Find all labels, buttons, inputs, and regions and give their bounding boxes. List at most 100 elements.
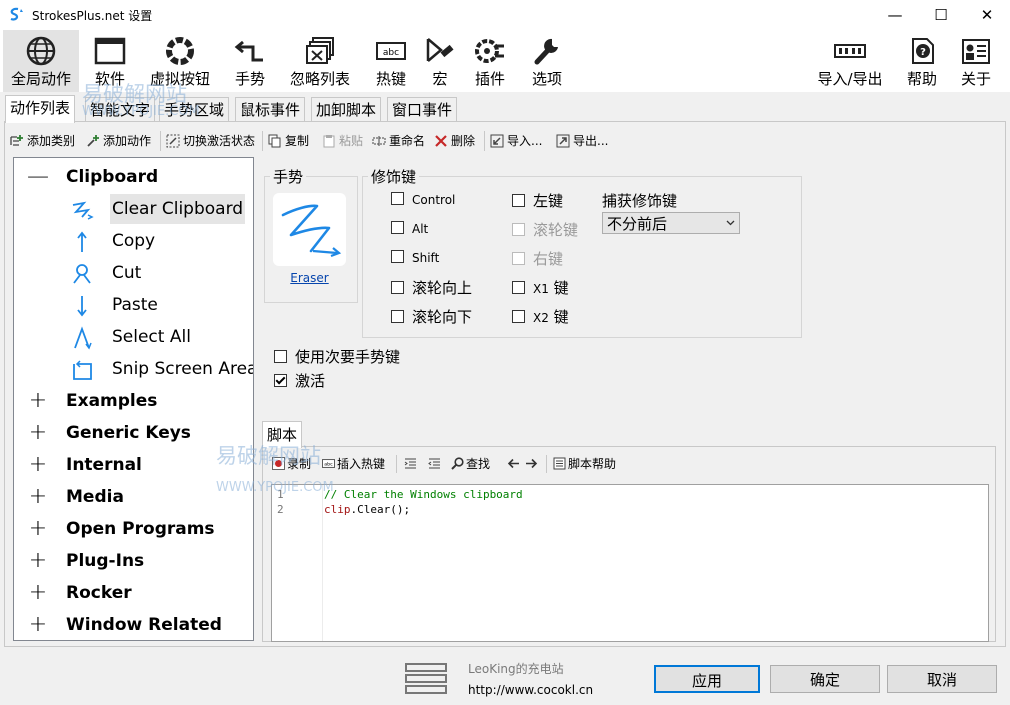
delete-button[interactable]: 删除	[434, 131, 475, 151]
redo-button[interactable]	[525, 455, 540, 473]
close-button[interactable]: ✕	[964, 0, 1010, 30]
expand-toggle[interactable]: +	[26, 546, 50, 576]
maximize-button[interactable]: ☐	[918, 0, 964, 30]
copy-icon	[268, 134, 281, 148]
toolbar-macro-button[interactable]: 宏	[422, 30, 458, 92]
undo-button[interactable]	[507, 455, 522, 473]
keyboard-icon: abc	[376, 42, 406, 60]
import-icon	[490, 134, 504, 148]
x1-button-checkbox[interactable]: X1 键	[512, 277, 569, 298]
toolbar-plugins-button[interactable]: 插件	[470, 30, 510, 92]
script-help-button[interactable]: 脚本帮助	[553, 455, 616, 473]
toolbar-separator	[262, 131, 263, 151]
x2-button-checkbox[interactable]: X2 键	[512, 306, 569, 327]
tab-mouse-events[interactable]: 鼠标事件	[235, 97, 306, 122]
toolbar-separator	[160, 131, 161, 151]
expand-toggle[interactable]: +	[26, 418, 50, 448]
toolbar-global-actions-button[interactable]: 全局动作	[3, 30, 79, 92]
add-category-button[interactable]: 添加类别	[10, 131, 75, 151]
apply-button[interactable]: 应用	[654, 665, 760, 693]
down-arrow-gesture-icon	[77, 296, 87, 317]
tab-window-events[interactable]: 窗口事件	[387, 97, 458, 122]
watermark-text: LeoKing的充电站	[468, 662, 564, 676]
control-checkbox[interactable]: Control	[391, 192, 455, 207]
add-category-icon	[10, 135, 23, 146]
toolbar-gestures-button[interactable]: 手势	[228, 30, 272, 92]
toolbar-options-button[interactable]: 选项	[526, 30, 568, 92]
about-icon	[962, 39, 990, 64]
action-tree[interactable]: — Clipboard Clear Clipboard Copy Cut Pas…	[13, 157, 254, 641]
minimize-button[interactable]: —	[872, 0, 918, 30]
import-button[interactable]: 导入...	[490, 131, 542, 151]
ok-button[interactable]: 确定	[770, 665, 880, 693]
gesture-preview[interactable]	[273, 193, 346, 266]
tab-action-list[interactable]: 动作列表	[5, 95, 76, 123]
forward-arrow-icon	[526, 458, 538, 469]
watermark-url: http://www.cocokl.cn	[468, 683, 594, 697]
eraser-gesture-icon	[72, 201, 94, 220]
ring-icon	[166, 37, 194, 65]
tab-load-unload-scripts[interactable]: 加卸脚本	[311, 97, 382, 122]
rename-button[interactable]: 重命名	[372, 131, 425, 151]
right-button-checkbox[interactable]: 右键	[512, 248, 563, 269]
wheel-up-checkbox[interactable]: 滚轮向上	[391, 277, 472, 298]
find-button[interactable]: 查找	[451, 455, 490, 473]
toolbar-help-button[interactable]: ? 帮助	[902, 30, 942, 92]
export-icon	[556, 134, 570, 148]
indent-button[interactable]	[404, 455, 419, 473]
toolbar-hotkeys-button[interactable]: abc 热键	[370, 30, 412, 92]
code-line: clip.Clear();	[324, 503, 411, 516]
toolbar-label: 插件	[474, 70, 505, 88]
app-logo-icon	[10, 7, 23, 21]
expand-toggle[interactable]: +	[26, 450, 50, 480]
window-icon	[94, 37, 126, 65]
toolbar-separator	[484, 131, 485, 151]
capture-modifiers-label: 捕获修饰键	[602, 192, 678, 210]
expand-toggle[interactable]: +	[26, 482, 50, 512]
secondary-gesture-button-checkbox[interactable]: 使用次要手势键	[274, 346, 400, 367]
collapse-toggle[interactable]: —	[26, 162, 50, 192]
toolbar-separator	[546, 455, 547, 473]
script-editor[interactable]: 1 2 // Clear the Windows clipboard clip.…	[271, 484, 989, 642]
outdent-button[interactable]	[428, 455, 443, 473]
alt-checkbox[interactable]: Alt	[391, 221, 428, 236]
toolbar-label: 选项	[531, 70, 562, 88]
wheel-button-checkbox[interactable]: 滚轮键	[512, 219, 578, 240]
toolbar-ignore-list-button[interactable]: 忽略列表	[284, 30, 356, 92]
add-action-button[interactable]: 添加动作	[86, 131, 151, 151]
copy-button[interactable]: 复制	[268, 131, 309, 151]
left-button-checkbox[interactable]: 左键	[512, 190, 563, 211]
expand-toggle[interactable]: +	[26, 514, 50, 544]
toolbar-label: 手势	[234, 70, 265, 88]
export-button[interactable]: 导出...	[556, 131, 608, 151]
ignore-windows-icon	[306, 37, 334, 64]
up-arrow-gesture-icon	[77, 231, 87, 252]
expand-toggle[interactable]: +	[26, 578, 50, 608]
toolbar-separator	[396, 455, 397, 473]
insert-hotkey-button[interactable]: abc 插入热键	[322, 455, 385, 473]
macro-icon	[426, 38, 454, 62]
watermark-text: 易破解网站	[216, 444, 321, 468]
paste-button[interactable]: 粘贴	[322, 131, 363, 151]
arrow-icon	[234, 40, 263, 62]
toggle-icon	[166, 134, 180, 148]
toolbar-import-export-button[interactable]: 导入/导出	[812, 30, 888, 92]
active-checkbox[interactable]: 激活	[274, 370, 325, 391]
add-action-icon	[87, 135, 99, 147]
line-number-gutter: 1 2	[272, 485, 323, 641]
shift-checkbox[interactable]: Shift	[391, 250, 439, 265]
svg-text:?: ?	[920, 47, 926, 58]
outdent-icon	[428, 458, 440, 469]
expand-toggle[interactable]: +	[26, 610, 50, 640]
expand-toggle[interactable]: +	[26, 386, 50, 416]
capture-modifiers-select[interactable]: 不分前后	[602, 212, 740, 234]
svg-text:abc: abc	[383, 48, 399, 58]
toolbar-about-button[interactable]: 关于	[956, 30, 996, 92]
window-title: StrokesPlus.net 设置	[32, 9, 153, 23]
gesture-name-link[interactable]: Eraser	[273, 271, 346, 285]
toolbar-label: 宏	[432, 70, 448, 88]
toggle-active-state-button[interactable]: 切换激活状态	[166, 131, 255, 151]
wheel-down-checkbox[interactable]: 滚轮向下	[391, 306, 472, 327]
help-book-icon	[553, 457, 566, 470]
cancel-button[interactable]: 取消	[887, 665, 997, 693]
